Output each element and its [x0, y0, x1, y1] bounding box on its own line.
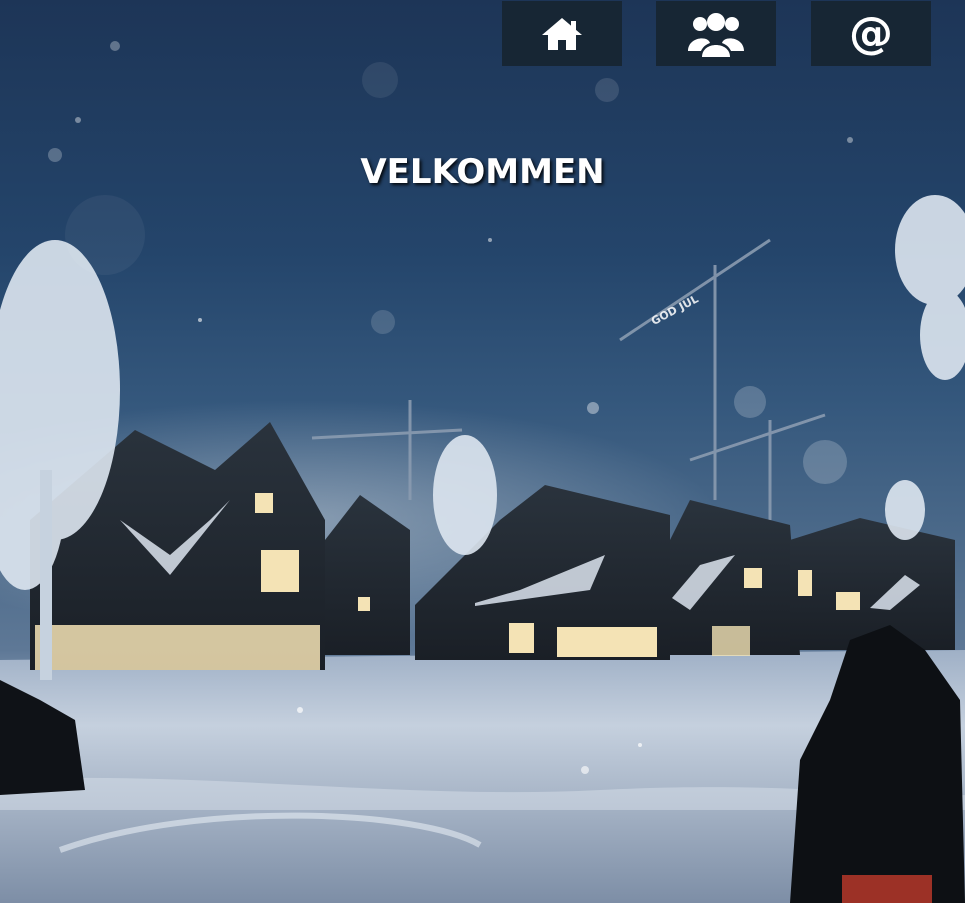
crane-sign-text: GOD JUL	[649, 292, 700, 328]
users-icon	[688, 12, 744, 57]
page-title: VELKOMMEN	[360, 152, 605, 192]
team-button[interactable]	[656, 1, 776, 66]
page: GOD JUL @ VELKOMMEN	[0, 0, 965, 903]
contact-button[interactable]: @	[811, 1, 931, 66]
at-icon: @	[849, 7, 893, 59]
home-icon	[542, 17, 582, 50]
hero-background-image: GOD JUL	[0, 41, 965, 903]
home-button[interactable]	[502, 1, 622, 66]
